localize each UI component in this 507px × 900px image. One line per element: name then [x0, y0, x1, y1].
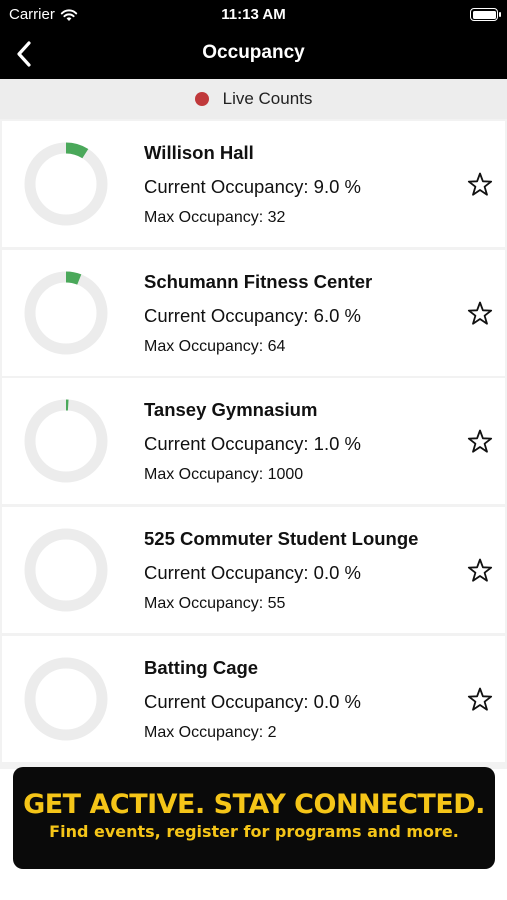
current-occupancy: Current Occupancy: 0.0 %: [144, 562, 361, 583]
current-occupancy: Current Occupancy: 6.0 %: [144, 305, 361, 326]
star-outline-icon[interactable]: [466, 428, 494, 456]
nav-bar: Occupancy: [0, 30, 507, 79]
live-counts-bar: Live Counts: [0, 79, 507, 119]
star-outline-icon[interactable]: [466, 300, 494, 328]
live-counts-label: Live Counts: [222, 89, 313, 108]
current-occupancy: Current Occupancy: 9.0 %: [144, 176, 361, 197]
page-title: Occupancy: [202, 42, 305, 63]
facility-name: 525 Commuter Student Lounge: [144, 528, 419, 549]
status-bar: Carrier 11:13 AM: [0, 0, 507, 30]
star-outline-icon[interactable]: [466, 557, 494, 585]
occupancy-ring: [24, 399, 108, 483]
facility-name: Schumann Fitness Center: [144, 271, 373, 292]
facility-row[interactable]: Batting Cage Current Occupancy: 0.0 % Ma…: [2, 636, 505, 762]
occupancy-ring: [24, 271, 108, 355]
max-occupancy: Max Occupancy: 32: [144, 209, 286, 226]
max-occupancy: Max Occupancy: 64: [144, 338, 286, 355]
facility-name: Willison Hall: [144, 142, 254, 163]
occupancy-ring: [24, 528, 108, 612]
current-occupancy: Current Occupancy: 1.0 %: [144, 433, 361, 454]
star-outline-icon[interactable]: [466, 171, 494, 199]
facility-name: Tansey Gymnasium: [144, 399, 318, 420]
banner-headline: GET ACTIVE. STAY CONNECTED.: [23, 789, 485, 820]
occupancy-ring: [24, 657, 108, 741]
max-occupancy: Max Occupancy: 1000: [144, 466, 304, 483]
live-indicator-dot: [194, 92, 209, 106]
battery-icon: [470, 8, 501, 21]
facility-name: Batting Cage: [144, 657, 259, 678]
occupancy-ring: [24, 142, 108, 226]
status-time: 11:13 AM: [221, 6, 286, 23]
promo-banner[interactable]: GET ACTIVE. STAY CONNECTED. Find events,…: [13, 767, 495, 869]
star-outline-icon[interactable]: [466, 686, 494, 714]
banner-subtext: Find events, register for programs and m…: [49, 822, 459, 841]
current-occupancy: Current Occupancy: 0.0 %: [144, 691, 361, 712]
facility-row[interactable]: Schumann Fitness Center Current Occupanc…: [2, 250, 505, 376]
max-occupancy: Max Occupancy: 55: [144, 595, 286, 612]
facility-list: Willison Hall Current Occupancy: 9.0 % M…: [0, 119, 507, 769]
facility-row[interactable]: Willison Hall Current Occupancy: 9.0 % M…: [2, 121, 505, 247]
facility-row[interactable]: 525 Commuter Student Lounge Current Occu…: [2, 507, 505, 633]
max-occupancy: Max Occupancy: 2: [144, 724, 277, 741]
facility-row[interactable]: Tansey Gymnasium Current Occupancy: 1.0 …: [2, 378, 505, 504]
